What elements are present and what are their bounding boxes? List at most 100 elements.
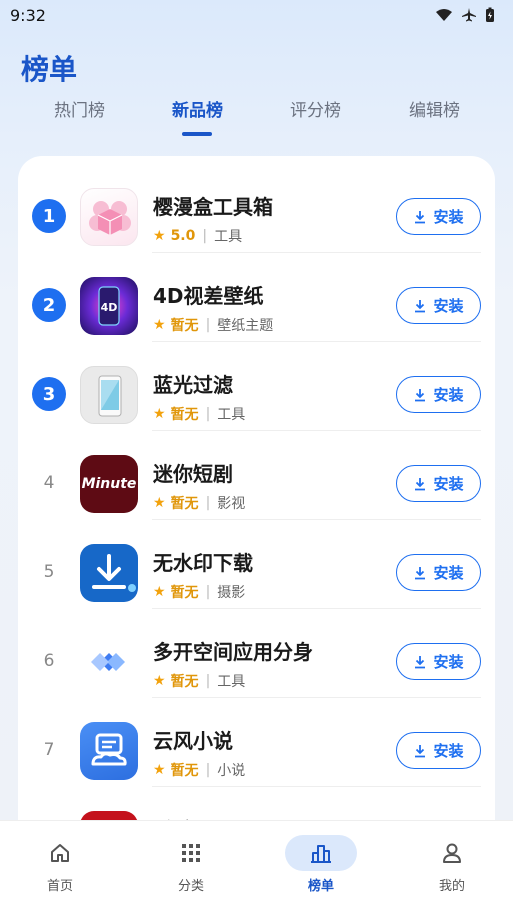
nav-profile[interactable]: 我的 — [412, 835, 492, 894]
tab-new[interactable]: 新品榜 — [172, 96, 223, 121]
rating: 暂无 — [170, 674, 199, 690]
category: 工具 — [214, 229, 243, 245]
bottom-nav: 首页 分类 榜单 我的 — [0, 820, 513, 912]
separator: | — [205, 317, 211, 333]
tab-bar: 热门榜 新品榜 评分榜 编辑榜 — [0, 96, 513, 136]
airplane-icon — [462, 8, 476, 22]
ranking-list: 1 樱漫盒工具箱 ★ 5.0 | 工具 安装 2 4D 4D视差壁纸 ★ 暂无 … — [18, 156, 495, 856]
person-icon — [443, 843, 461, 863]
minute-drama-icon[interactable]: Minute — [80, 455, 138, 513]
battery-icon — [486, 7, 494, 22]
app-meta: ★ 暂无 | 工具 — [153, 404, 245, 424]
rating: 暂无 — [170, 496, 199, 512]
download-icon — [415, 210, 426, 223]
rating: 暂无 — [170, 763, 199, 779]
nav-label: 榜单 — [307, 879, 334, 894]
4d-wallpaper-icon[interactable]: 4D — [80, 277, 138, 335]
wifi-icon — [436, 9, 452, 21]
rank-number: 6 — [43, 651, 55, 671]
star-icon: ★ — [153, 228, 166, 244]
rank-number: 7 — [43, 740, 55, 760]
app-meta: ★ 暂无 | 摄影 — [153, 582, 245, 602]
install-label: 安装 — [433, 208, 464, 226]
tab-hot[interactable]: 热门榜 — [54, 96, 105, 121]
install-button[interactable]: 安装 — [396, 198, 481, 235]
rank-number: 5 — [43, 562, 55, 582]
download-arrow-icon[interactable] — [80, 544, 138, 602]
rating: 暂无 — [170, 407, 199, 423]
active-tab-indicator — [182, 132, 212, 136]
separator: | — [205, 406, 211, 422]
install-label: 安装 — [433, 475, 464, 493]
download-icon — [415, 744, 426, 757]
icon-logo-text: Minute — [81, 476, 137, 492]
separator: | — [205, 673, 211, 689]
grid-icon — [182, 844, 200, 862]
nav-label: 我的 — [438, 879, 465, 894]
separator: | — [205, 762, 211, 778]
category: 壁纸主题 — [217, 318, 274, 334]
install-button[interactable]: 安装 — [396, 376, 481, 413]
star-icon: ★ — [153, 495, 166, 511]
nav-category[interactable]: 分类 — [151, 835, 231, 894]
separator: | — [202, 228, 208, 244]
app-name: 云风小说 — [153, 729, 233, 753]
app-meta: ★ 5.0 | 工具 — [153, 226, 242, 246]
app-name: 多开空间应用分身 — [153, 640, 313, 664]
app-meta: ★ 暂无 | 影视 — [153, 493, 245, 513]
list-item[interactable]: 5 无水印下载 ★ 暂无 | 摄影 安装 — [18, 520, 495, 609]
category: 摄影 — [217, 585, 246, 601]
star-icon: ★ — [153, 762, 166, 778]
install-button[interactable]: 安装 — [396, 643, 481, 680]
rank-badge: 3 — [32, 377, 66, 411]
category: 工具 — [217, 407, 246, 423]
install-label: 安装 — [433, 653, 464, 671]
download-icon — [415, 477, 426, 490]
status-icons — [435, 7, 495, 23]
download-icon — [415, 299, 426, 312]
dual-diamond-icon[interactable] — [80, 633, 138, 691]
install-button[interactable]: 安装 — [396, 465, 481, 502]
category: 工具 — [217, 674, 246, 690]
app-name: 无水印下载 — [153, 551, 253, 575]
status-bar: 9:32 — [0, 0, 513, 30]
list-item[interactable]: 4 Minute 迷你短剧 ★ 暂无 | 影视 安装 — [18, 431, 495, 520]
star-icon: ★ — [153, 673, 166, 689]
star-icon: ★ — [153, 584, 166, 600]
rank-badge: 2 — [32, 288, 66, 322]
list-item[interactable]: 6 多开空间应用分身 ★ 暂无 | 工具 安装 — [18, 609, 495, 698]
list-item[interactable]: 2 4D 4D视差壁纸 ★ 暂无 | 壁纸主题 安装 — [18, 253, 495, 342]
nav-label: 首页 — [46, 879, 73, 894]
rating: 暂无 — [170, 318, 199, 334]
tab-editor[interactable]: 编辑榜 — [409, 96, 460, 121]
app-name: 4D视差壁纸 — [153, 284, 264, 308]
install-label: 安装 — [433, 742, 464, 760]
separator: | — [205, 584, 211, 600]
install-label: 安装 — [433, 386, 464, 404]
star-icon: ★ — [153, 406, 166, 422]
sakura-box-icon[interactable] — [80, 188, 138, 246]
cloud-novel-icon[interactable] — [80, 722, 138, 780]
category: 小说 — [217, 763, 246, 779]
install-button[interactable]: 安装 — [396, 554, 481, 591]
app-meta: ★ 暂无 | 工具 — [153, 671, 245, 691]
blue-light-filter-icon[interactable] — [80, 366, 138, 424]
tab-rating[interactable]: 评分榜 — [290, 96, 341, 121]
separator: | — [205, 495, 211, 511]
list-item[interactable]: 1 樱漫盒工具箱 ★ 5.0 | 工具 安装 — [18, 164, 495, 253]
install-label: 安装 — [433, 564, 464, 582]
nav-ranking[interactable]: 榜单 — [281, 835, 361, 894]
app-meta: ★ 暂无 | 小说 — [153, 760, 245, 780]
home-icon — [51, 844, 69, 862]
rating: 暂无 — [170, 585, 199, 601]
list-item[interactable]: 7 云风小说 ★ 暂无 | 小说 安装 — [18, 698, 495, 787]
star-icon: ★ — [153, 317, 166, 333]
install-button[interactable]: 安装 — [396, 732, 481, 769]
page-title: 榜单 — [21, 53, 78, 86]
rank-number: 4 — [43, 473, 55, 493]
install-button[interactable]: 安装 — [396, 287, 481, 324]
nav-home[interactable]: 首页 — [20, 835, 100, 894]
list-item[interactable]: 3 蓝光过滤 ★ 暂无 | 工具 安装 — [18, 342, 495, 431]
app-name: 蓝光过滤 — [153, 373, 233, 397]
app-name: 迷你短剧 — [153, 462, 233, 486]
